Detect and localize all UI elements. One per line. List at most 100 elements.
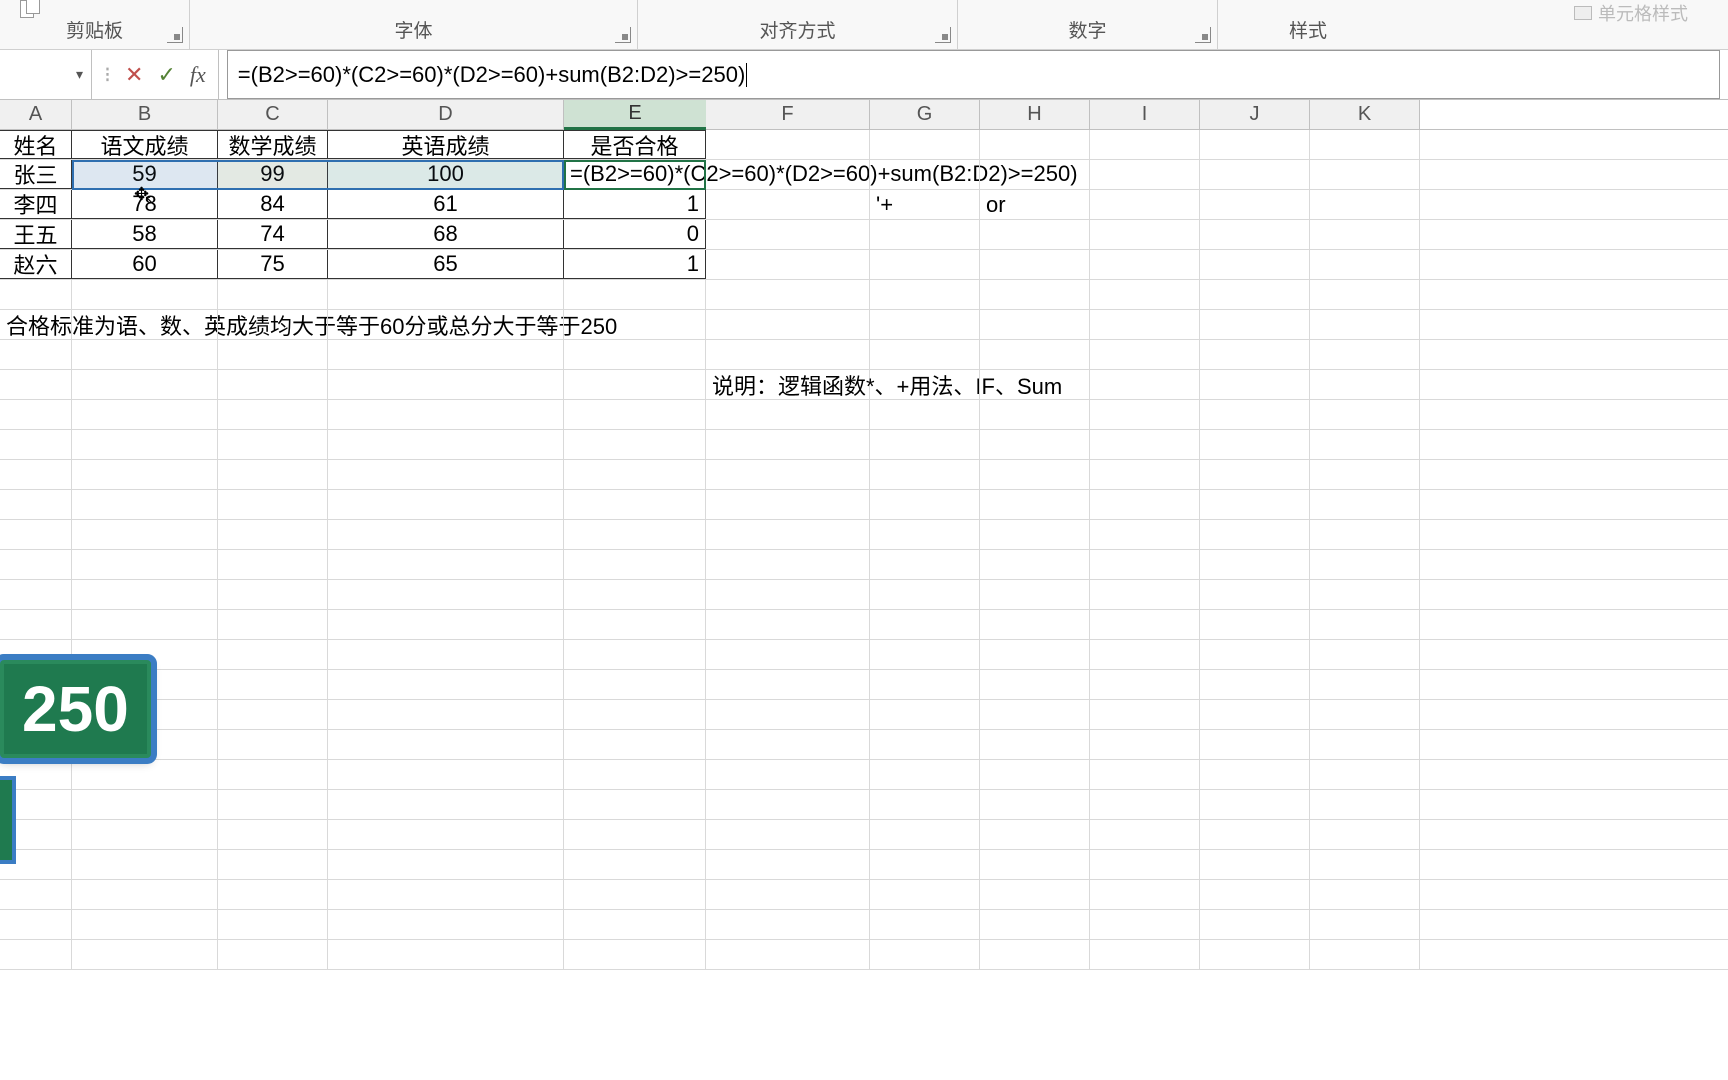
cell-E4[interactable]: 0 — [564, 220, 706, 249]
cell[interactable] — [980, 700, 1090, 729]
cell[interactable] — [1310, 370, 1420, 399]
cell[interactable] — [564, 490, 706, 519]
cell[interactable] — [870, 370, 980, 399]
cell-B2[interactable]: 59 — [72, 160, 218, 189]
cell[interactable] — [706, 400, 870, 429]
cell[interactable] — [870, 820, 980, 849]
cell[interactable] — [0, 460, 72, 489]
cell[interactable] — [1310, 790, 1420, 819]
cell[interactable] — [1310, 670, 1420, 699]
cell[interactable] — [218, 310, 328, 339]
name-box[interactable]: ▾ — [0, 50, 92, 99]
cell[interactable] — [0, 280, 72, 309]
cell-F2[interactable] — [706, 160, 870, 189]
cell[interactable] — [564, 790, 706, 819]
cell-K4[interactable] — [1310, 220, 1420, 249]
cell[interactable] — [564, 580, 706, 609]
cell[interactable] — [870, 760, 980, 789]
cell-J3[interactable] — [1200, 190, 1310, 219]
cell-K5[interactable] — [1310, 250, 1420, 279]
cell[interactable] — [980, 880, 1090, 909]
cell[interactable] — [870, 670, 980, 699]
cell-A1[interactable]: 姓名 — [0, 130, 72, 159]
cell[interactable] — [218, 400, 328, 429]
cell-H5[interactable] — [980, 250, 1090, 279]
cell[interactable] — [0, 550, 72, 579]
cell-E2-editing[interactable]: =(B2>=60)*(C2>=60)*(D2>=60)+sum(B2:D2)>=… — [564, 160, 706, 189]
cell[interactable] — [1310, 490, 1420, 519]
cell-F5[interactable] — [706, 250, 870, 279]
cell[interactable] — [328, 700, 564, 729]
cell[interactable] — [564, 430, 706, 459]
cell[interactable] — [1310, 850, 1420, 879]
cell[interactable] — [328, 760, 564, 789]
cell[interactable] — [72, 490, 218, 519]
cell[interactable] — [564, 460, 706, 489]
cell[interactable] — [564, 730, 706, 759]
cell[interactable] — [1200, 850, 1310, 879]
cell[interactable] — [706, 550, 870, 579]
cell[interactable] — [1200, 820, 1310, 849]
cell[interactable] — [564, 640, 706, 669]
cell[interactable] — [72, 910, 218, 939]
cell[interactable] — [1090, 430, 1200, 459]
cell[interactable] — [1090, 400, 1200, 429]
cell[interactable] — [1090, 910, 1200, 939]
cell[interactable] — [706, 610, 870, 639]
cell[interactable] — [0, 610, 72, 639]
col-header-G[interactable]: G — [870, 100, 980, 129]
cell[interactable] — [1090, 550, 1200, 579]
cell[interactable] — [564, 760, 706, 789]
cell[interactable] — [1200, 940, 1310, 969]
cell[interactable] — [218, 610, 328, 639]
cell[interactable] — [328, 610, 564, 639]
cell-C3[interactable]: 84 — [218, 190, 328, 219]
cell[interactable] — [0, 340, 72, 369]
cell[interactable] — [328, 580, 564, 609]
cell-E5[interactable]: 1 — [564, 250, 706, 279]
cell[interactable] — [72, 820, 218, 849]
cell[interactable] — [72, 880, 218, 909]
cell[interactable] — [328, 310, 564, 339]
cell[interactable] — [218, 880, 328, 909]
cell[interactable] — [1310, 340, 1420, 369]
cell[interactable] — [980, 730, 1090, 759]
confirm-icon[interactable]: ✓ — [157, 62, 175, 88]
cell[interactable] — [72, 310, 218, 339]
cell[interactable] — [1200, 400, 1310, 429]
cell[interactable] — [218, 460, 328, 489]
cell[interactable] — [980, 520, 1090, 549]
cell[interactable] — [706, 580, 870, 609]
chevron-down-icon[interactable]: ▾ — [76, 66, 83, 83]
cell[interactable] — [980, 340, 1090, 369]
cell[interactable] — [564, 610, 706, 639]
cell[interactable] — [980, 460, 1090, 489]
cell[interactable] — [1310, 730, 1420, 759]
cell[interactable] — [980, 940, 1090, 969]
cell[interactable] — [1090, 580, 1200, 609]
cell[interactable] — [706, 730, 870, 759]
dialog-launcher-icon[interactable] — [935, 27, 951, 43]
dialog-launcher-icon[interactable] — [167, 27, 183, 43]
cell-G2[interactable] — [870, 160, 980, 189]
cell[interactable] — [980, 820, 1090, 849]
cell[interactable] — [1090, 370, 1200, 399]
cell[interactable] — [1200, 910, 1310, 939]
cell[interactable] — [0, 400, 72, 429]
cell[interactable] — [328, 520, 564, 549]
col-header-B[interactable]: B — [72, 100, 218, 129]
cell-D1[interactable]: 英语成绩 — [328, 130, 564, 159]
cell[interactable] — [328, 880, 564, 909]
cell-H2[interactable] — [980, 160, 1090, 189]
cell[interactable] — [870, 850, 980, 879]
cell[interactable] — [980, 580, 1090, 609]
cell[interactable] — [218, 730, 328, 759]
cell[interactable] — [564, 700, 706, 729]
cell[interactable] — [218, 490, 328, 519]
cell[interactable] — [564, 670, 706, 699]
cell[interactable] — [980, 430, 1090, 459]
cell-D3[interactable]: 61 — [328, 190, 564, 219]
cell[interactable] — [218, 340, 328, 369]
cell[interactable] — [1090, 670, 1200, 699]
cell[interactable] — [1090, 640, 1200, 669]
